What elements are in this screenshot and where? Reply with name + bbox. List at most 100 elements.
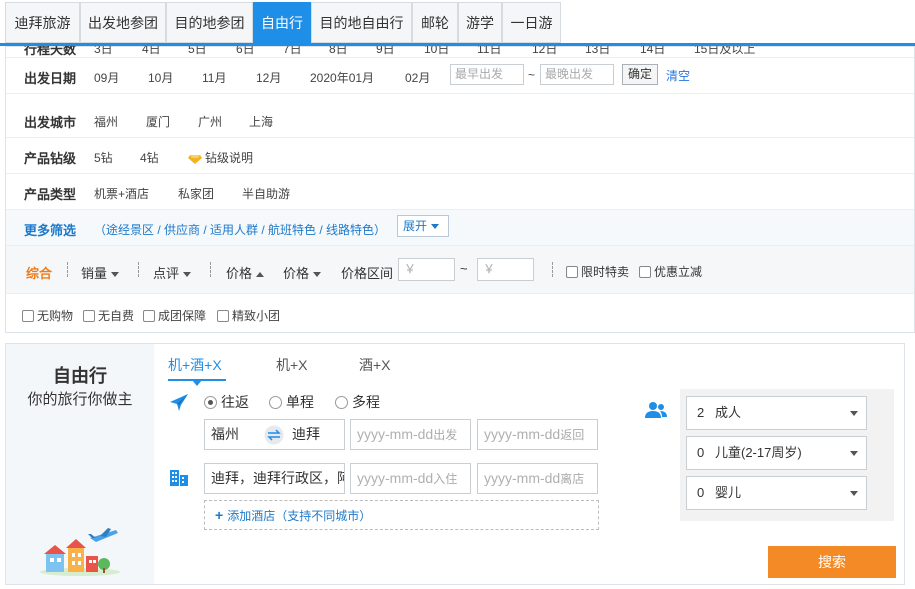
month-option[interactable]: 2020年01月 [310, 69, 374, 86]
tab-study-tour[interactable]: 游学 [458, 2, 502, 43]
month-option[interactable]: 02月 [405, 69, 430, 86]
from-city-input[interactable]: 福州 [211, 426, 239, 442]
no-shopping-label: 无购物 [37, 309, 74, 323]
round-trip-radio[interactable]: 往返 [204, 392, 249, 412]
hotel-city-input[interactable]: 迪拜，迪拜行政区，阿 [204, 463, 345, 494]
chevron-down-icon [111, 272, 120, 278]
guest-selector-box: 2 成人 0 儿童(2-17周岁) 0 婴儿 [680, 389, 894, 521]
search-subtitle: 你的旅行你做主 [27, 391, 133, 408]
filter-row-product-type: 产品类型 机票+酒店 私家团 半自助游 [6, 174, 914, 210]
mode-tab-flight[interactable]: 机+X [276, 355, 308, 375]
children-select[interactable]: 0 儿童(2-17周岁) [686, 436, 867, 470]
product-type-option[interactable]: 私家团 [178, 185, 214, 202]
checkbox-icon [22, 309, 34, 322]
city-option[interactable]: 上海 [249, 113, 273, 130]
earliest-date-input[interactable]: 最早出发 [450, 64, 524, 85]
diamond-option[interactable]: 5钻 [94, 149, 113, 166]
checkin-date-field[interactable]: yyyy-mm-dd入住 [350, 463, 471, 494]
tab-day-trip[interactable]: 一日游 [502, 2, 561, 43]
month-option[interactable]: 12月 [256, 69, 281, 86]
more-filters-tags[interactable]: （途经景区 / 供应商 / 适用人群 / 航班特色 / 线路特色） [94, 221, 386, 238]
one-way-label: 单程 [286, 394, 314, 410]
confirm-date-button[interactable]: 确定 [622, 64, 658, 85]
swap-icon[interactable] [264, 425, 284, 445]
clear-date-link[interactable]: 清空 [666, 67, 690, 84]
tab-independent-travel[interactable]: 自由行 [253, 2, 311, 46]
return-date-placeholder: yyyy-mm-dd [484, 426, 561, 442]
tab-departure-group[interactable]: 出发地参团 [80, 2, 166, 43]
instant-discount-label: 优惠立减 [654, 265, 703, 279]
instant-discount-checkbox[interactable]: 优惠立减 [639, 263, 702, 280]
group-guarantee-label: 成团保障 [158, 309, 207, 323]
sort-reviews-label: 点评 [153, 266, 180, 281]
tab-dubai-travel[interactable]: 迪拜旅游 [5, 2, 80, 43]
multi-city-label: 多程 [352, 394, 380, 410]
group-guarantee-checkbox[interactable]: 成团保障 [143, 307, 206, 324]
city-option[interactable]: 厦门 [146, 113, 170, 130]
checkout-suffix: 离店 [560, 472, 585, 486]
sort-separator [210, 262, 211, 277]
add-hotel-button[interactable]: + 添加酒店（支持不同城市） [204, 500, 599, 530]
sort-comprehensive[interactable]: 综合 [26, 263, 52, 282]
to-city-input[interactable]: 迪拜 [292, 420, 320, 449]
sort-reviews[interactable]: 点评 [153, 263, 192, 282]
product-type-option[interactable]: 半自助游 [242, 185, 290, 202]
one-way-radio[interactable]: 单程 [269, 392, 314, 412]
depart-date-suffix: 出发 [433, 428, 458, 442]
mode-tab-flight-hotel[interactable]: 机+酒+X [168, 355, 222, 375]
filter-row-depart-city: 出发城市 福州 厦门 广州 上海 [6, 102, 914, 138]
diamond-explain-link[interactable]: 钻级说明 [188, 149, 253, 166]
product-type-option[interactable]: 机票+酒店 [94, 185, 149, 202]
chevron-down-icon [431, 224, 440, 230]
checkin-suffix: 入住 [433, 472, 458, 486]
no-self-pay-checkbox[interactable]: 无自费 [83, 307, 134, 324]
adults-select[interactable]: 2 成人 [686, 396, 867, 430]
checkout-date-field[interactable]: yyyy-mm-dd离店 [477, 463, 598, 494]
sort-separator [67, 262, 68, 277]
expand-filters-button[interactable]: 展开 [397, 215, 449, 237]
small-group-label: 精致小团 [232, 309, 281, 323]
price-max-input[interactable]: ￥ [477, 258, 534, 281]
sort-sales-label: 销量 [81, 266, 108, 281]
search-panel-sidebar: 自由行 你的旅行你做主 [6, 344, 154, 584]
limited-sale-checkbox[interactable]: 限时特卖 [566, 263, 629, 280]
filter-row-more: 更多筛选 （途经景区 / 供应商 / 适用人群 / 航班特色 / 线路特色） 展… [6, 210, 914, 246]
date-range-tilde: ~ [528, 68, 536, 82]
diamond-explain-text: 钻级说明 [205, 151, 254, 165]
small-group-checkbox[interactable]: 精致小团 [217, 307, 280, 324]
filter-row-depart-date: 出发日期 09月 10月 11月 12月 2020年01月 02月 最早出发 ~… [6, 58, 914, 94]
checkout-placeholder: yyyy-mm-dd [484, 470, 561, 486]
infants-select[interactable]: 0 婴儿 [686, 476, 867, 510]
latest-date-input[interactable]: 最晚出发 [540, 64, 614, 85]
price-range-label: 价格区间 [341, 266, 394, 281]
sort-price-asc[interactable]: 价格 [226, 263, 265, 282]
chevron-down-icon [313, 272, 322, 278]
tab-cruise[interactable]: 邮轮 [412, 2, 458, 43]
month-option[interactable]: 10月 [148, 69, 173, 86]
sort-separator [138, 262, 139, 277]
city-option[interactable]: 广州 [198, 113, 222, 130]
mode-tab-hotel[interactable]: 酒+X [359, 355, 391, 375]
filter-row-diamond: 产品钻级 5钻 4钻 钻级说明 [6, 138, 914, 174]
chevron-down-icon [183, 272, 192, 278]
month-option[interactable]: 11月 [202, 69, 226, 86]
depart-city-label: 出发城市 [24, 115, 77, 130]
tab-destination-group[interactable]: 目的地参团 [166, 2, 253, 43]
depart-date-field[interactable]: yyyy-mm-dd出发 [350, 419, 471, 450]
no-shopping-checkbox[interactable]: 无购物 [22, 307, 73, 324]
city-option[interactable]: 福州 [94, 113, 118, 130]
round-trip-label: 往返 [221, 394, 249, 410]
airplane-icon [170, 394, 188, 411]
month-option[interactable]: 09月 [94, 69, 119, 86]
sort-price-desc-label: 价格 [283, 266, 310, 281]
diamond-option[interactable]: 4钻 [140, 149, 159, 166]
sort-sales[interactable]: 销量 [81, 263, 120, 282]
search-button[interactable]: 搜索 [768, 546, 896, 578]
price-min-input[interactable]: ￥ [398, 258, 455, 281]
route-field: 福州 迪拜 [204, 419, 345, 450]
multi-city-radio[interactable]: 多程 [335, 392, 380, 412]
return-date-field[interactable]: yyyy-mm-dd返回 [477, 419, 598, 450]
sort-price-desc[interactable]: 价格 [283, 263, 322, 282]
infants-count: 0 [697, 485, 705, 500]
tab-destination-independent[interactable]: 目的地自由行 [311, 2, 412, 43]
